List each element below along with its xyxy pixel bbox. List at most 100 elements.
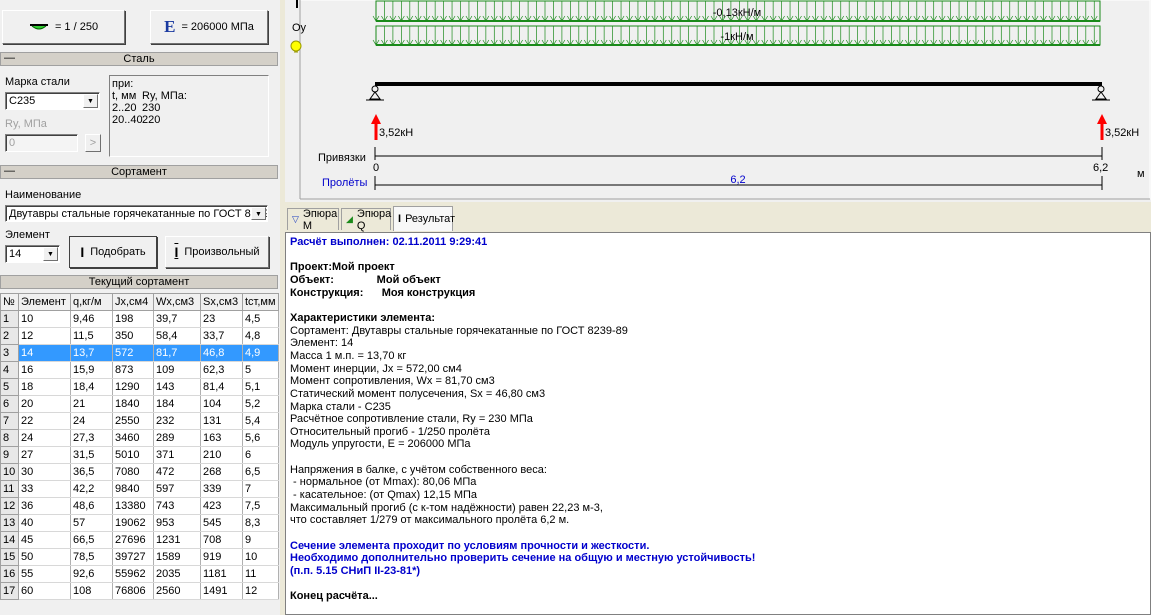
table-cell[interactable]: 14 bbox=[18, 344, 71, 362]
table-row[interactable]: 7 22 24 2550 232 131 5,4 bbox=[0, 412, 279, 430]
table-cell[interactable]: 3460 bbox=[112, 429, 154, 447]
chevron-down-icon[interactable]: ▼ bbox=[43, 247, 58, 261]
table-cell[interactable]: 60 bbox=[18, 582, 71, 600]
assortment-section-header[interactable]: — Сортамент bbox=[0, 165, 278, 179]
row-number[interactable]: 2 bbox=[0, 327, 19, 345]
table-cell[interactable]: 919 bbox=[200, 548, 243, 566]
custom-button[interactable]: I Произвольный bbox=[165, 236, 269, 268]
row-number[interactable]: 7 bbox=[0, 412, 19, 430]
table-row[interactable]: 11 33 42,2 9840 597 339 7 bbox=[0, 480, 279, 498]
table-row[interactable]: 4 16 15,9 873 109 62,3 5 bbox=[0, 361, 279, 379]
table-cell[interactable]: 10 bbox=[18, 310, 71, 328]
row-number[interactable]: 6 bbox=[0, 395, 19, 413]
table-cell[interactable]: 873 bbox=[112, 361, 154, 379]
table-cell[interactable]: 572 bbox=[112, 344, 154, 362]
table-cell[interactable]: 545 bbox=[200, 514, 243, 532]
table-cell[interactable]: 597 bbox=[153, 480, 201, 498]
table-cell[interactable]: 81,7 bbox=[153, 344, 201, 362]
row-number[interactable]: 16 bbox=[0, 565, 19, 583]
table-cell[interactable]: 1840 bbox=[112, 395, 154, 413]
tab-moment[interactable]: ▽ Эпюра M bbox=[287, 208, 339, 232]
table-row[interactable]: 1 10 9,46 198 39,7 23 4,5 bbox=[0, 310, 279, 328]
element-select[interactable]: 14 ▼ bbox=[5, 245, 60, 263]
table-cell[interactable]: 39727 bbox=[112, 548, 154, 566]
row-number[interactable]: 3 bbox=[0, 344, 19, 362]
table-cell[interactable]: 1181 bbox=[200, 565, 243, 583]
table-cell[interactable]: 268 bbox=[200, 463, 243, 481]
steel-section-header[interactable]: — Сталь bbox=[0, 52, 278, 66]
table-cell[interactable]: 16 bbox=[18, 361, 71, 379]
table-cell[interactable]: 184 bbox=[153, 395, 201, 413]
table-cell[interactable]: 27 bbox=[18, 446, 71, 464]
table-row[interactable]: 2 12 11,5 350 58,4 33,7 4,8 bbox=[0, 327, 279, 345]
ry-input[interactable]: 0 bbox=[5, 134, 78, 152]
table-cell[interactable]: 5,2 bbox=[242, 395, 279, 413]
table-cell[interactable]: 15,9 bbox=[70, 361, 113, 379]
table-row[interactable]: 5 18 18,4 1290 143 81,4 5,1 bbox=[0, 378, 279, 396]
table-cell[interactable]: 33 bbox=[18, 480, 71, 498]
table-cell[interactable]: 4,5 bbox=[242, 310, 279, 328]
table-cell[interactable]: 23 bbox=[200, 310, 243, 328]
table-cell[interactable]: 40 bbox=[18, 514, 71, 532]
table-cell[interactable]: 953 bbox=[153, 514, 201, 532]
table-cell[interactable]: 163 bbox=[200, 429, 243, 447]
table-cell[interactable]: 1491 bbox=[200, 582, 243, 600]
table-cell[interactable]: 109 bbox=[153, 361, 201, 379]
chevron-down-icon[interactable]: ▼ bbox=[251, 207, 266, 220]
column-header[interactable]: Wx,см3 bbox=[153, 293, 201, 311]
tab-result[interactable]: I Результат bbox=[393, 206, 455, 231]
table-row[interactable]: 15 50 78,5 39727 1589 919 10 bbox=[0, 548, 279, 566]
table-cell[interactable]: 2035 bbox=[153, 565, 201, 583]
row-number[interactable]: 8 bbox=[0, 429, 19, 447]
table-cell[interactable]: 2560 bbox=[153, 582, 201, 600]
column-header[interactable]: Sx,см3 bbox=[200, 293, 243, 311]
table-row[interactable]: 8 24 27,3 3460 289 163 5,6 bbox=[0, 429, 279, 447]
result-text[interactable]: Расчёт выполнен: 02.11.2011 9:29:41 Проек… bbox=[285, 232, 1151, 615]
assortment-table[interactable]: № Элемент q,кг/м Jx,см4 Wx,см3 Sx,см3 tст,мм 1… bbox=[0, 293, 279, 600]
chevron-down-icon[interactable]: ▼ bbox=[83, 94, 98, 108]
table-cell[interactable]: 12 bbox=[242, 582, 279, 600]
table-cell[interactable]: 36,5 bbox=[70, 463, 113, 481]
table-cell[interactable]: 423 bbox=[200, 497, 243, 515]
table-cell[interactable]: 92,6 bbox=[70, 565, 113, 583]
table-cell[interactable]: 371 bbox=[153, 446, 201, 464]
table-cell[interactable]: 19062 bbox=[112, 514, 154, 532]
table-cell[interactable]: 4,9 bbox=[242, 344, 279, 362]
column-header[interactable]: q,кг/м bbox=[70, 293, 113, 311]
table-cell[interactable]: 7080 bbox=[112, 463, 154, 481]
table-row[interactable]: 9 27 31,5 5010 371 210 6 bbox=[0, 446, 279, 464]
table-cell[interactable]: 24 bbox=[18, 429, 71, 447]
row-number[interactable]: 17 bbox=[0, 582, 19, 600]
table-row[interactable]: 17 60 108 76806 2560 1491 12 bbox=[0, 582, 279, 600]
table-cell[interactable]: 22 bbox=[18, 412, 71, 430]
table-cell[interactable]: 9840 bbox=[112, 480, 154, 498]
modulus-button[interactable]: E = 206000 МПа bbox=[150, 10, 268, 44]
column-header[interactable]: Элемент bbox=[18, 293, 71, 311]
table-cell[interactable]: 11 bbox=[242, 565, 279, 583]
table-row[interactable]: 14 45 66,5 27696 1231 708 9 bbox=[0, 531, 279, 549]
table-cell[interactable]: 58,4 bbox=[153, 327, 201, 345]
tab-shear[interactable]: ◢ Эпюра Q bbox=[341, 208, 391, 232]
assortment-name-select[interactable]: Двутавры стальные горячекатанные по ГОСТ… bbox=[5, 205, 268, 222]
table-cell[interactable]: 198 bbox=[112, 310, 154, 328]
table-cell[interactable]: 350 bbox=[112, 327, 154, 345]
table-cell[interactable]: 5,4 bbox=[242, 412, 279, 430]
table-cell[interactable]: 743 bbox=[153, 497, 201, 515]
table-row[interactable]: 6 20 21 1840 184 104 5,2 bbox=[0, 395, 279, 413]
table-cell[interactable]: 13380 bbox=[112, 497, 154, 515]
table-cell[interactable]: 33,7 bbox=[200, 327, 243, 345]
column-header[interactable]: № bbox=[0, 293, 19, 311]
table-cell[interactable]: 46,8 bbox=[200, 344, 243, 362]
deflection-button[interactable]: = 1 / 250 bbox=[2, 10, 125, 44]
row-number[interactable]: 14 bbox=[0, 531, 19, 549]
row-number[interactable]: 5 bbox=[0, 378, 19, 396]
pick-button[interactable]: I Подобрать bbox=[69, 236, 157, 268]
table-cell[interactable]: 9 bbox=[242, 531, 279, 549]
table-cell[interactable]: 339 bbox=[200, 480, 243, 498]
table-cell[interactable]: 7,5 bbox=[242, 497, 279, 515]
table-cell[interactable]: 55 bbox=[18, 565, 71, 583]
table-cell[interactable]: 289 bbox=[153, 429, 201, 447]
table-cell[interactable]: 131 bbox=[200, 412, 243, 430]
table-cell[interactable]: 42,2 bbox=[70, 480, 113, 498]
table-cell[interactable]: 1589 bbox=[153, 548, 201, 566]
